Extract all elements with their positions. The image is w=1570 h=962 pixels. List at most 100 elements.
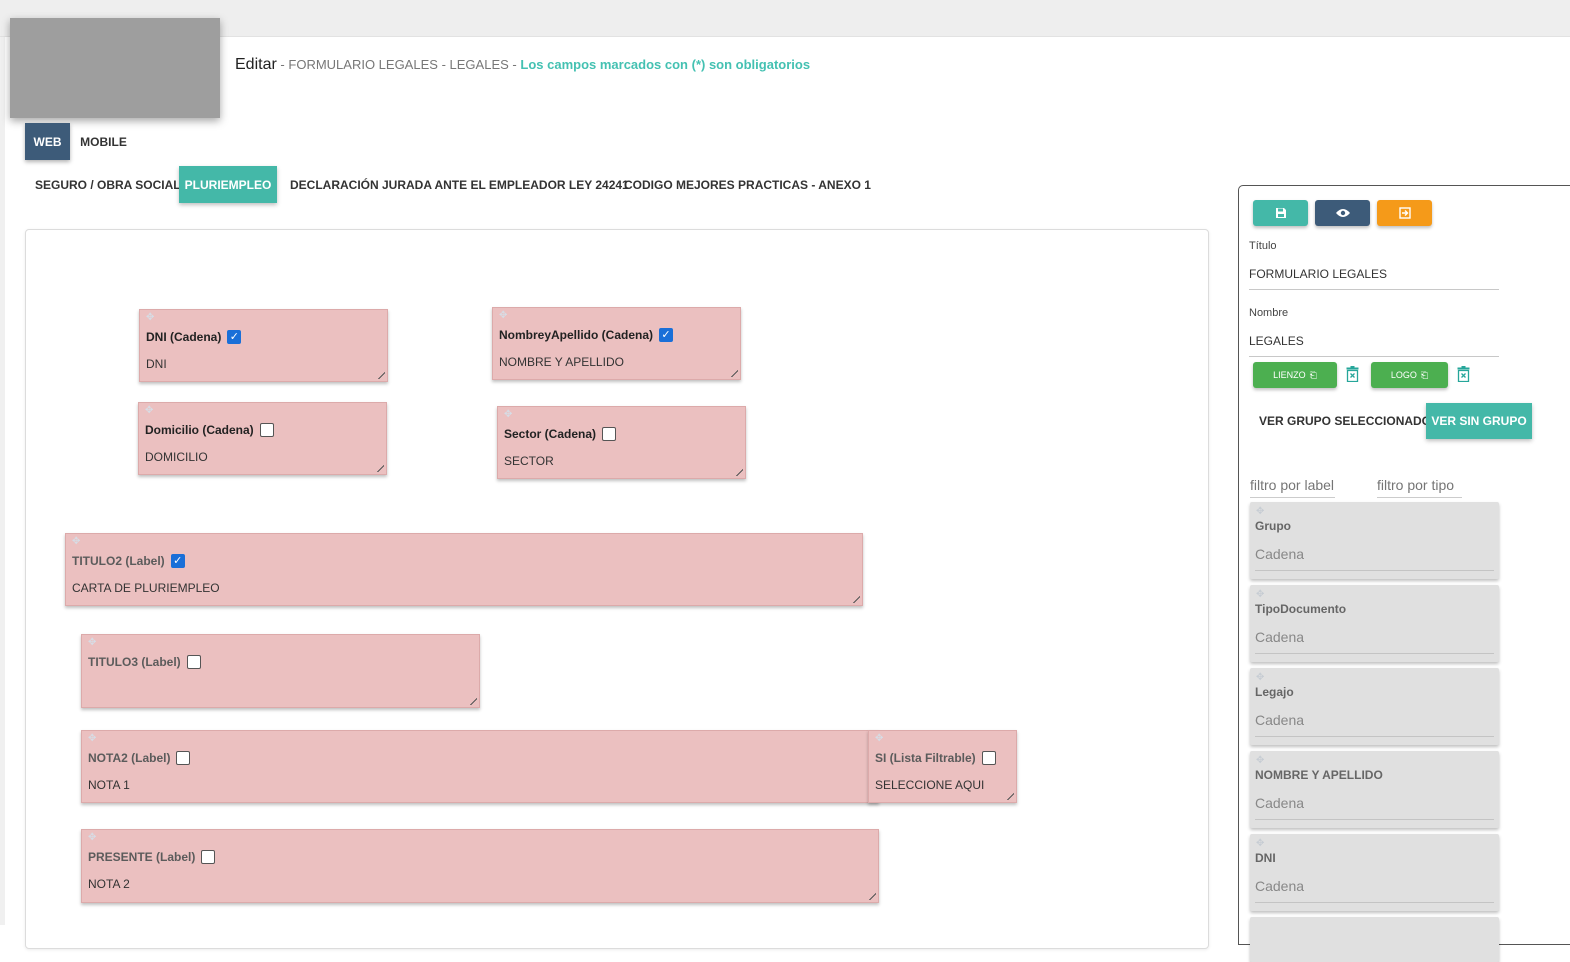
ver-grupo-seleccionado-button[interactable]: VER GRUPO SELECCIONADO bbox=[1259, 414, 1431, 428]
titulo-label: Título bbox=[1249, 240, 1277, 252]
template-name: Grupo bbox=[1255, 519, 1291, 533]
move-icon[interactable]: ✥ bbox=[72, 537, 80, 547]
tab-mobile[interactable]: MOBILE bbox=[76, 123, 131, 160]
resize-handle-icon[interactable] bbox=[372, 460, 384, 472]
move-icon[interactable]: ✥ bbox=[1256, 755, 1264, 766]
save-button[interactable] bbox=[1253, 200, 1308, 226]
paperclip-icon: ⎗ bbox=[1420, 369, 1429, 380]
move-icon[interactable]: ✥ bbox=[88, 638, 96, 648]
required-checkbox[interactable] bbox=[259, 423, 274, 437]
left-edge bbox=[0, 37, 5, 925]
template-card-tipodocumento[interactable]: ✥ TipoDocumento Cadena bbox=[1250, 585, 1499, 662]
logo-placeholder bbox=[10, 18, 220, 118]
tab-web[interactable]: WEB bbox=[25, 123, 70, 160]
titulo-field[interactable]: FORMULARIO LEGALES bbox=[1249, 267, 1499, 290]
field-titulo3[interactable]: ✥ TITULO3 (Label) bbox=[81, 634, 480, 708]
field-value: DNI bbox=[146, 357, 167, 371]
logo-delete-button[interactable] bbox=[1455, 364, 1471, 384]
move-icon[interactable]: ✥ bbox=[1256, 838, 1264, 849]
form-name-text: LEGALES bbox=[449, 57, 509, 72]
field-value: CARTA DE PLURIEMPLEO bbox=[72, 581, 220, 595]
field-presente[interactable]: ✥ PRESENTE (Label) NOTA 2 bbox=[81, 829, 879, 903]
required-checkbox[interactable] bbox=[201, 850, 216, 864]
field-nombre-apellido[interactable]: ✥ NombreyApellido (Cadena) ✓ NOMBRE Y AP… bbox=[492, 307, 741, 380]
field-sector[interactable]: ✥ Sector (Cadena) SECTOR bbox=[497, 406, 746, 479]
field-dni[interactable]: ✥ DNI (Cadena) ✓ DNI bbox=[139, 309, 388, 382]
template-card-legajo[interactable]: ✥ Legajo Cadena bbox=[1250, 668, 1499, 745]
field-label: Sector (Cadena) bbox=[504, 427, 597, 441]
field-label: SI (Lista Filtrable) bbox=[875, 751, 976, 765]
edit-heading: Editar bbox=[235, 56, 277, 73]
template-card-next[interactable] bbox=[1250, 917, 1499, 962]
move-icon[interactable]: ✥ bbox=[145, 406, 153, 416]
template-type: Cadena bbox=[1255, 795, 1305, 811]
resize-handle-icon[interactable] bbox=[726, 365, 738, 377]
ver-sin-grupo-button[interactable]: VER SIN GRUPO bbox=[1426, 403, 1532, 439]
required-checkbox[interactable] bbox=[981, 751, 996, 765]
field-label: NOTA2 (Label) bbox=[88, 751, 171, 765]
form-title-text: FORMULARIO LEGALES bbox=[288, 57, 438, 72]
preview-button[interactable] bbox=[1315, 200, 1370, 226]
template-type: Cadena bbox=[1255, 629, 1305, 645]
resize-handle-icon[interactable] bbox=[1002, 788, 1014, 800]
template-type: Cadena bbox=[1255, 546, 1305, 562]
field-label: DNI (Cadena) bbox=[146, 330, 222, 344]
resize-handle-icon[interactable] bbox=[864, 888, 876, 900]
field-label: NombreyApellido (Cadena) bbox=[499, 328, 654, 342]
tab-declaracion-jurada[interactable]: DECLARACIÓN JURADA ANTE EL EMPLEADOR LEY… bbox=[280, 166, 639, 203]
exit-button[interactable] bbox=[1377, 200, 1432, 226]
template-card-grupo[interactable]: ✥ Grupo Cadena bbox=[1250, 502, 1499, 579]
move-icon[interactable]: ✥ bbox=[88, 833, 96, 843]
page-header: Editar - FORMULARIO LEGALES - LEGALES - … bbox=[235, 56, 811, 73]
field-value: DOMICILIO bbox=[145, 450, 208, 464]
field-value: NOMBRE Y APELLIDO bbox=[499, 355, 624, 369]
move-icon[interactable]: ✥ bbox=[499, 311, 507, 321]
resize-handle-icon[interactable] bbox=[465, 693, 477, 705]
required-checkbox[interactable] bbox=[186, 655, 201, 669]
field-si-lista-filtrable[interactable]: ✥ SI (Lista Filtrable) SELECCIONE AQUI bbox=[868, 730, 1017, 803]
tab-seguro-obra-social[interactable]: SEGURO / OBRA SOCIAL bbox=[25, 166, 191, 203]
field-domicilio[interactable]: ✥ Domicilio (Cadena) DOMICILIO bbox=[138, 402, 387, 475]
field-nota2[interactable]: ✥ NOTA2 (Label) NOTA 1 bbox=[81, 730, 879, 803]
template-name: Legajo bbox=[1255, 685, 1294, 699]
move-icon[interactable]: ✥ bbox=[88, 734, 96, 744]
trash-icon bbox=[1346, 366, 1358, 382]
tab-pluriempleo[interactable]: PLURIEMPLEO bbox=[179, 166, 277, 203]
logo-upload-button[interactable]: LOGO ⎗ bbox=[1371, 362, 1448, 388]
required-checkbox[interactable]: ✓ bbox=[659, 328, 674, 342]
move-icon[interactable]: ✥ bbox=[1256, 506, 1264, 517]
lienzo-delete-button[interactable] bbox=[1344, 364, 1360, 384]
move-icon[interactable]: ✥ bbox=[1256, 672, 1264, 683]
eye-icon bbox=[1335, 209, 1350, 217]
required-checkbox[interactable] bbox=[602, 427, 617, 441]
template-type: Cadena bbox=[1255, 878, 1305, 894]
required-fields-note: Los campos marcados con (*) son obligato… bbox=[520, 57, 811, 72]
exit-icon bbox=[1398, 207, 1411, 219]
template-card-dni[interactable]: ✥ DNI Cadena bbox=[1250, 834, 1499, 911]
move-icon[interactable]: ✥ bbox=[1256, 589, 1264, 600]
field-label: TITULO2 (Label) bbox=[72, 554, 165, 568]
template-card-nombre-apellido[interactable]: ✥ NOMBRE Y APELLIDO Cadena bbox=[1250, 751, 1499, 828]
field-value: SELECCIONE AQUI bbox=[875, 778, 985, 792]
top-bar bbox=[0, 0, 1570, 37]
template-name: TipoDocumento bbox=[1255, 602, 1347, 616]
lienzo-upload-button[interactable]: LIENZO ⎗ bbox=[1253, 362, 1337, 388]
filter-type-input[interactable] bbox=[1377, 472, 1462, 498]
resize-handle-icon[interactable] bbox=[373, 367, 385, 379]
move-icon[interactable]: ✥ bbox=[875, 734, 883, 744]
resize-handle-icon[interactable] bbox=[848, 591, 860, 603]
move-icon[interactable]: ✥ bbox=[146, 313, 154, 323]
move-icon[interactable]: ✥ bbox=[504, 410, 512, 420]
field-titulo2[interactable]: ✥ TITULO2 (Label) ✓ CARTA DE PLURIEMPLEO bbox=[65, 533, 863, 606]
template-name: DNI bbox=[1255, 851, 1276, 865]
resize-handle-icon[interactable] bbox=[731, 464, 743, 476]
filter-label-input[interactable] bbox=[1250, 472, 1335, 498]
required-checkbox[interactable]: ✓ bbox=[170, 554, 185, 568]
field-label: Domicilio (Cadena) bbox=[145, 423, 254, 437]
nombre-field[interactable]: LEGALES bbox=[1249, 334, 1499, 357]
save-icon bbox=[1275, 208, 1286, 218]
required-checkbox[interactable] bbox=[176, 751, 191, 765]
tab-codigo-mejores-practicas[interactable]: CODIGO MEJORES PRACTICAS - ANEXO 1 bbox=[614, 166, 881, 203]
required-checkbox[interactable]: ✓ bbox=[227, 330, 242, 344]
field-label: TITULO3 (Label) bbox=[88, 655, 181, 669]
